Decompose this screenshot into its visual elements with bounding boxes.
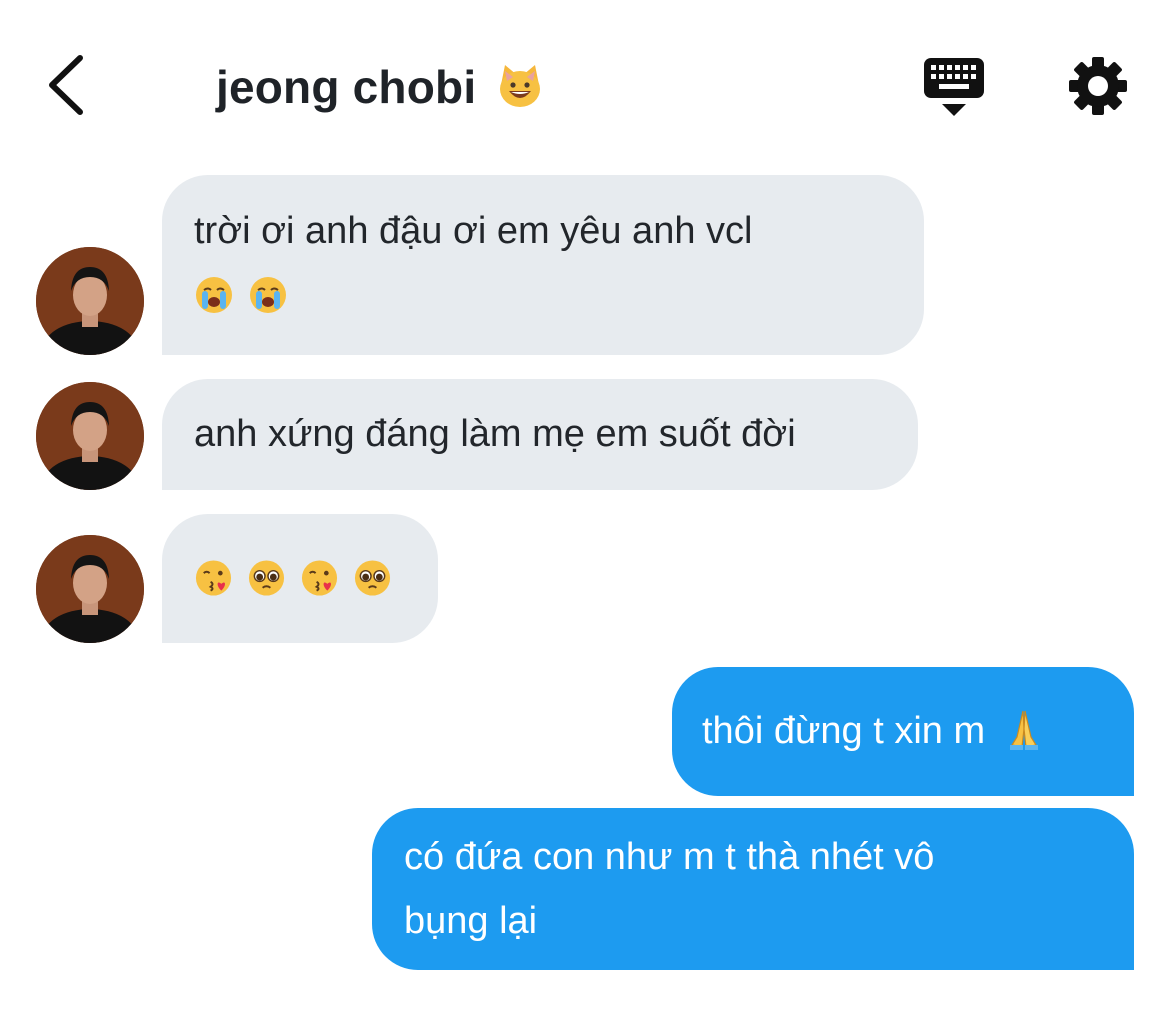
contact-avatar[interactable] bbox=[36, 382, 144, 490]
message-text: anh xứng đáng làm mẹ em suốt đời bbox=[194, 413, 796, 455]
message-bubble-incoming[interactable]: anh xứng đáng làm mẹ em suốt đời bbox=[162, 379, 918, 490]
gear-icon bbox=[1069, 57, 1127, 115]
face-blowing-kiss-emoji-icon bbox=[195, 560, 232, 596]
message-text: thôi đừng t xin m bbox=[702, 710, 986, 752]
folded-hands-emoji-icon bbox=[1009, 710, 1038, 750]
message-text-line: bụng lại bbox=[404, 900, 538, 942]
emoji-row bbox=[194, 546, 406, 610]
avatar-photo bbox=[36, 535, 144, 643]
message-text-line: có đứa con như m t thà nhét vô bbox=[404, 836, 935, 878]
chevron-left-icon bbox=[49, 55, 83, 115]
message-bubble-outgoing[interactable]: có đứa con như m t thà nhét vô bụng lại bbox=[372, 808, 1134, 970]
conversation-header: jeong chobi bbox=[0, 0, 1170, 150]
message-bubble-incoming[interactable] bbox=[162, 514, 438, 643]
page-title: jeong chobi bbox=[216, 60, 543, 114]
keyboard-button[interactable] bbox=[920, 54, 988, 118]
loudly-crying-face-emoji-icon bbox=[196, 277, 232, 313]
back-button[interactable] bbox=[40, 52, 100, 118]
emoji-row bbox=[194, 263, 892, 327]
contact-avatar[interactable] bbox=[36, 535, 144, 643]
pleading-face-emoji-icon bbox=[248, 560, 285, 596]
avatar-photo bbox=[36, 382, 144, 490]
grinning-cat-emoji-icon bbox=[500, 65, 541, 107]
loudly-crying-face-emoji-icon bbox=[250, 277, 286, 313]
message-bubble-incoming[interactable]: trời ơi anh đậu ơi em yêu anh vcl bbox=[162, 175, 924, 355]
contact-name: jeong chobi bbox=[216, 61, 477, 113]
avatar-photo bbox=[36, 247, 144, 355]
contact-avatar[interactable] bbox=[36, 247, 144, 355]
settings-button[interactable] bbox=[1066, 54, 1130, 118]
pleading-face-emoji-icon bbox=[354, 560, 391, 596]
message-bubble-outgoing[interactable]: thôi đừng t xin m bbox=[672, 667, 1134, 796]
face-blowing-kiss-emoji-icon bbox=[301, 560, 338, 596]
message-text: trời ơi anh đậu ơi em yêu anh vcl bbox=[194, 210, 753, 252]
keyboard-icon bbox=[924, 58, 984, 116]
